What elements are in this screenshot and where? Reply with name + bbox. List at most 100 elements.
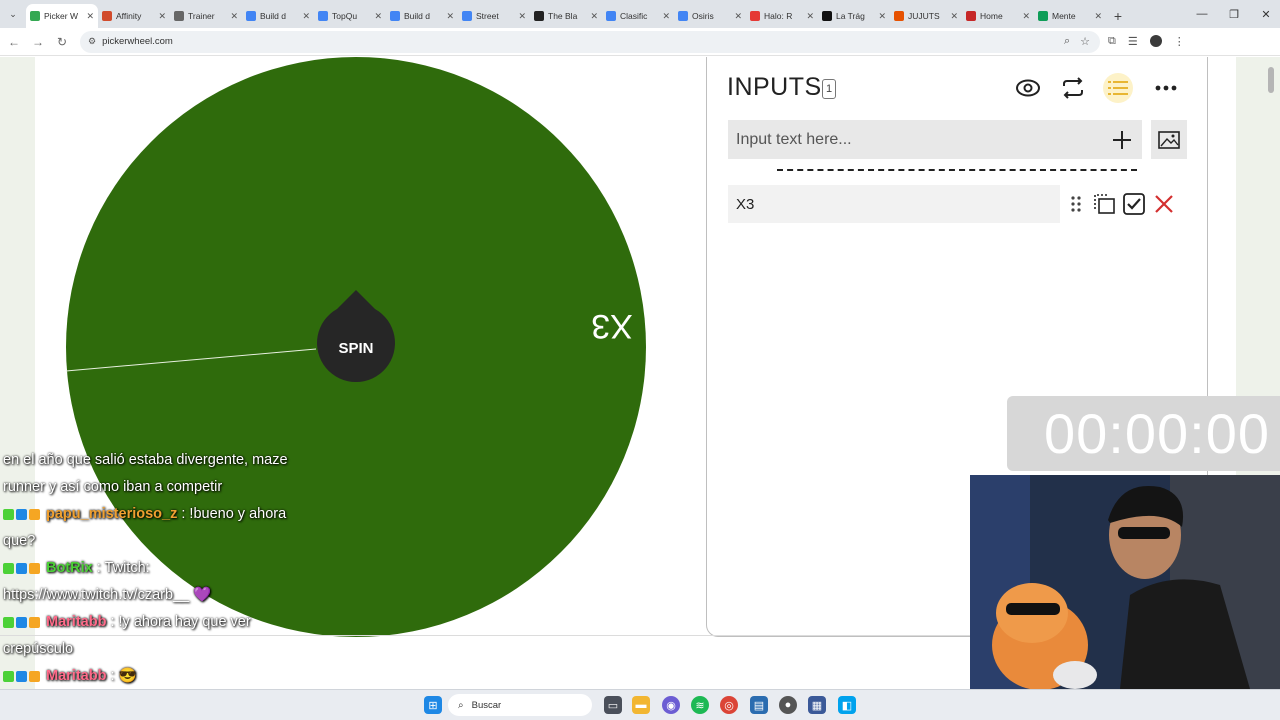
tab-close-icon[interactable]: ✕ [230,11,238,22]
reload-icon[interactable]: ↻ [50,30,74,54]
inputs-title: INPUTS [727,73,822,101]
chat-message: Maritabb : !y ahora hay que ver [3,610,251,636]
file-explorer-icon[interactable]: ▬ [632,696,650,714]
forward-icon[interactable]: → [26,30,50,54]
tab-favicon-icon [462,11,472,21]
browser-menu-icon[interactable]: ⋮ [1174,35,1185,48]
spin-label[interactable]: SPIN [338,340,373,357]
tab-close-icon[interactable]: ✕ [590,11,598,22]
browser-tab[interactable]: Picker W ✕ [26,4,98,28]
store-icon[interactable]: ◧ [838,696,856,714]
webcam-feed [970,475,1280,689]
add-image-button[interactable] [1151,120,1187,159]
wheel-segment-label: X3 [591,307,633,345]
shuffle-icon[interactable] [1058,73,1088,103]
tab-label: TopQu [332,11,358,21]
list-icon[interactable] [1103,73,1133,103]
tab-close-icon[interactable]: ✕ [878,11,886,22]
taskbar-search-field[interactable]: ⌕ Buscar [448,694,592,716]
tab-favicon-icon [606,11,616,21]
browser-tab[interactable]: Home ✕ [962,4,1034,28]
extensions-icon[interactable]: ⧉ [1108,35,1116,48]
zoom-icon[interactable]: ⌕ [1064,35,1070,48]
obs-icon[interactable]: ● [779,696,797,714]
browser-tab[interactable]: Clasific ✕ [602,4,674,28]
entry-item[interactable]: X3 [728,185,1060,223]
browser-tab[interactable]: Trainer ✕ [170,4,242,28]
tab-favicon-icon [390,11,400,21]
tab-close-icon[interactable]: ✕ [662,11,670,22]
tab-label: Halo: R [764,11,793,21]
tab-close-icon[interactable]: ✕ [950,11,958,22]
checkbox-icon[interactable] [1121,189,1147,219]
browser-tab[interactable]: La Trág ✕ [818,4,890,28]
browser-tab[interactable]: Halo: R ✕ [746,4,818,28]
browser-tab[interactable]: Affinity ✕ [98,4,170,28]
add-entry-button[interactable] [1102,120,1142,159]
chrome-icon[interactable]: ◎ [720,696,738,714]
taskbar-search-label: Buscar [471,699,502,711]
bookmark-star-icon[interactable]: ☆ [1080,35,1090,48]
tab-close-icon[interactable]: ✕ [518,11,526,22]
tab-close-icon[interactable]: ✕ [446,11,454,22]
tab-search-icon[interactable]: ⌄ [0,0,26,28]
maximize-button[interactable]: ❐ [1218,0,1250,28]
tab-favicon-icon [750,11,760,21]
duplicate-icon[interactable] [1091,189,1117,219]
browser-tab[interactable]: The Bla ✕ [530,4,602,28]
discord-icon[interactable]: ◉ [662,696,680,714]
chat-message: crepúsculo [3,637,73,663]
tab-close-icon[interactable]: ✕ [734,11,742,22]
browser-tab[interactable]: Mente ✕ [1034,4,1106,28]
chat-username[interactable]: BotRix [46,560,93,576]
entries-divider [777,169,1137,171]
tab-list-icon[interactable]: ☰ [1128,35,1138,48]
chat-username[interactable]: Maritabb [46,614,106,630]
close-window-button[interactable]: ✕ [1250,0,1280,28]
tab-close-icon[interactable]: ✕ [374,11,382,22]
tab-close-icon[interactable]: ✕ [806,11,814,22]
chat-username[interactable]: Maritabb [46,668,106,684]
spotify-icon[interactable]: ≋ [691,696,709,714]
plus-icon [1113,130,1131,149]
tab-label: Clasific [620,11,648,21]
browser-tab[interactable]: Osiris ✕ [674,4,746,28]
tab-label: La Trág [836,11,865,21]
tab-close-icon[interactable]: ✕ [158,11,166,22]
browser-tab[interactable]: Build d ✕ [386,4,458,28]
os-taskbar: ⊞ ⌕ Buscar ▭ ▬ ◉ ≋ ◎ ▤ ● ▦ ◧ [0,689,1280,720]
tab-label: Trainer [188,11,215,21]
site-info-icon[interactable]: ⚙ [88,36,96,47]
scrollbar[interactable] [1268,67,1274,93]
start-button-icon[interactable]: ⊞ [424,696,442,714]
more-icon[interactable] [1151,73,1181,103]
browser-tab[interactable]: Build d ✕ [242,4,314,28]
browser-tab[interactable]: Street ✕ [458,4,530,28]
tab-favicon-icon [246,11,256,21]
chat-text: runner y así como iban a competir [3,479,223,495]
input-placeholder: Input text here... [736,130,852,148]
back-icon[interactable]: ← [2,30,26,54]
tab-close-icon[interactable]: ✕ [86,11,94,22]
minimize-button[interactable]: — [1186,0,1218,28]
input-text-field[interactable]: Input text here... [728,120,1142,159]
chat-message: BotRix : Twitch: [3,556,150,582]
chat-username[interactable]: papu_misterioso_z [46,506,177,522]
delete-icon[interactable] [1151,189,1177,219]
task-view-icon[interactable]: ▭ [604,696,622,714]
profile-avatar[interactable] [1149,35,1162,47]
url-field[interactable]: ⚙ pickerwheel.com ⌕ ☆ [80,30,1100,53]
tab-close-icon[interactable]: ✕ [1022,11,1030,22]
drag-handle-icon[interactable] [1063,189,1089,219]
browser-tab[interactable]: JUJUTS ✕ [890,4,962,28]
tab-close-icon[interactable]: ✕ [302,11,310,22]
calculator-icon[interactable]: ▦ [808,696,826,714]
new-tab-button[interactable]: + [1106,4,1130,28]
browser-tab[interactable]: TopQu ✕ [314,4,386,28]
tab-favicon-icon [318,11,328,21]
app-icon[interactable]: ▤ [750,696,768,714]
tab-favicon-icon [894,11,904,21]
tab-close-icon[interactable]: ✕ [1094,11,1102,22]
eye-icon[interactable] [1013,73,1043,103]
chat-text: : !y ahora hay que ver [110,614,251,630]
